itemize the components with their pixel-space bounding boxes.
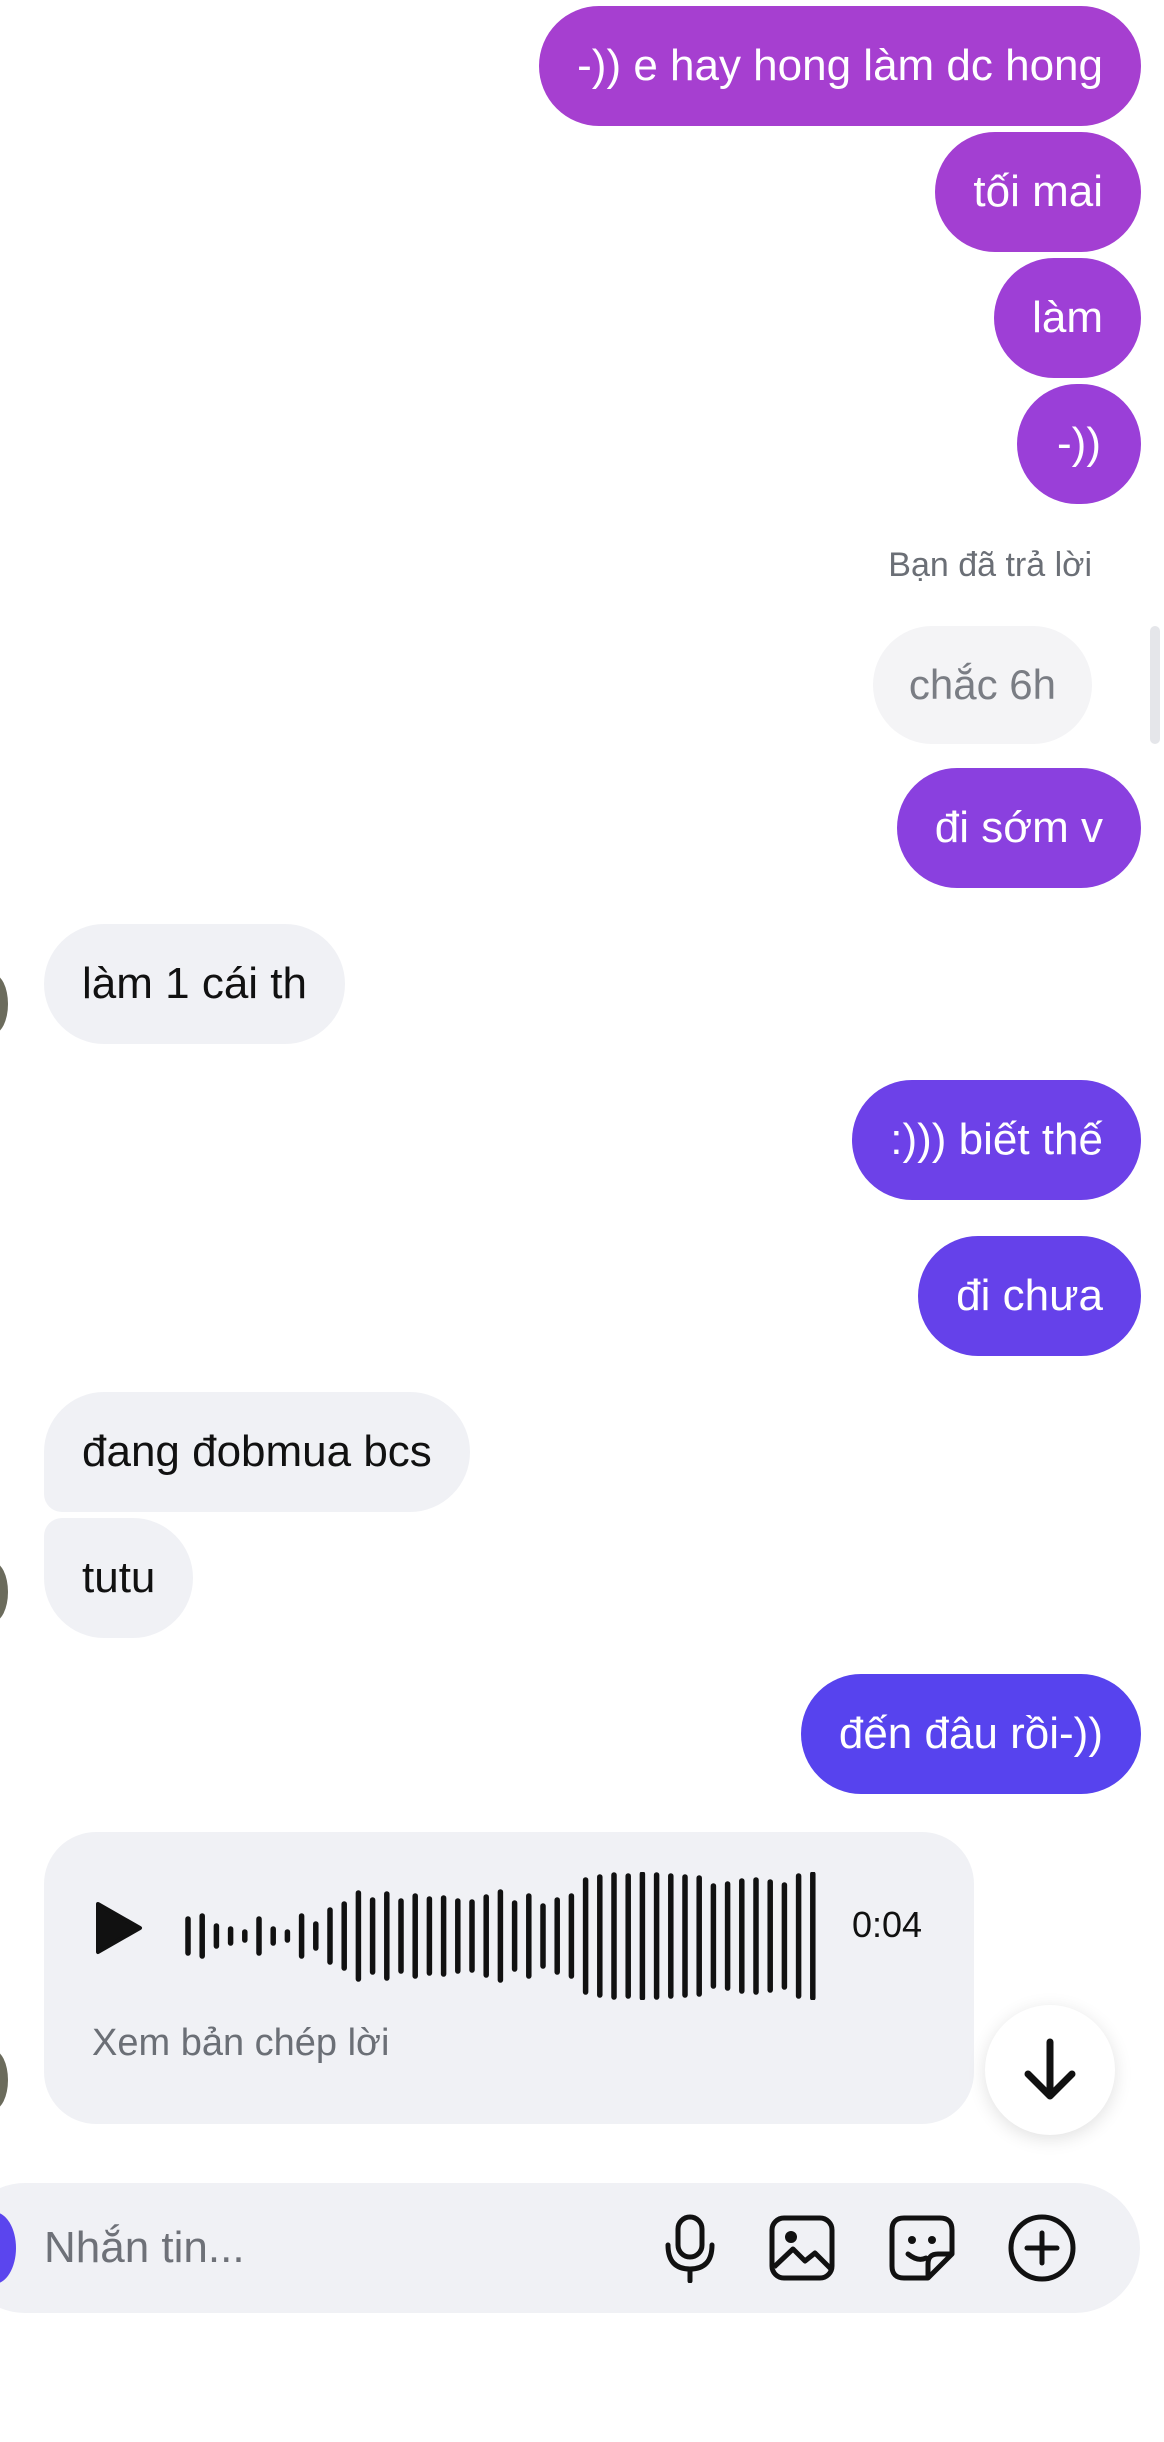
outgoing-message[interactable]: tối mai	[935, 132, 1141, 252]
outgoing-message[interactable]: :))) biết thế	[852, 1080, 1141, 1200]
outgoing-message[interactable]: đến đâu rồi-))	[800, 1674, 1141, 1794]
microphone-icon[interactable]	[654, 2212, 726, 2284]
voice-duration: 0:04	[852, 1904, 923, 1945]
incoming-message[interactable]: đang đobmua bcs	[44, 1392, 470, 1512]
outgoing-message[interactable]: -)) e hay hong làm dc hong	[539, 6, 1141, 126]
outgoing-message[interactable]: đi chưa	[918, 1236, 1141, 1356]
sender-avatar[interactable]	[0, 2050, 8, 2110]
waveform[interactable]	[184, 1872, 824, 2000]
view-transcript-link[interactable]: Xem bản chép lời	[92, 2022, 389, 2065]
outgoing-message[interactable]: làm	[994, 258, 1141, 378]
message-input[interactable]	[44, 2212, 604, 2284]
incoming-message[interactable]: tutu	[44, 1518, 194, 1638]
outgoing-message[interactable]: -))	[1017, 384, 1141, 504]
replied-message-quote[interactable]: chắc 6h	[872, 626, 1092, 744]
sender-avatar[interactable]	[0, 1562, 8, 1622]
reply-indicator-bar	[1150, 626, 1160, 744]
sticker-icon[interactable]	[886, 2212, 958, 2284]
image-icon[interactable]	[766, 2212, 838, 2284]
play-icon[interactable]	[92, 1900, 144, 1956]
arrow-down-icon	[1024, 2038, 1076, 2100]
outgoing-message[interactable]: đi sớm v	[896, 768, 1141, 888]
incoming-message[interactable]: làm 1 cái th	[44, 924, 345, 1044]
scroll-to-bottom-button[interactable]	[985, 2005, 1115, 2135]
voice-message[interactable]: 0:04 Xem bản chép lời	[44, 1832, 974, 2124]
reply-label: Bạn đã trả lời	[888, 546, 1092, 584]
sender-avatar[interactable]	[0, 974, 8, 1034]
plus-circle-icon[interactable]	[1006, 2212, 1078, 2284]
